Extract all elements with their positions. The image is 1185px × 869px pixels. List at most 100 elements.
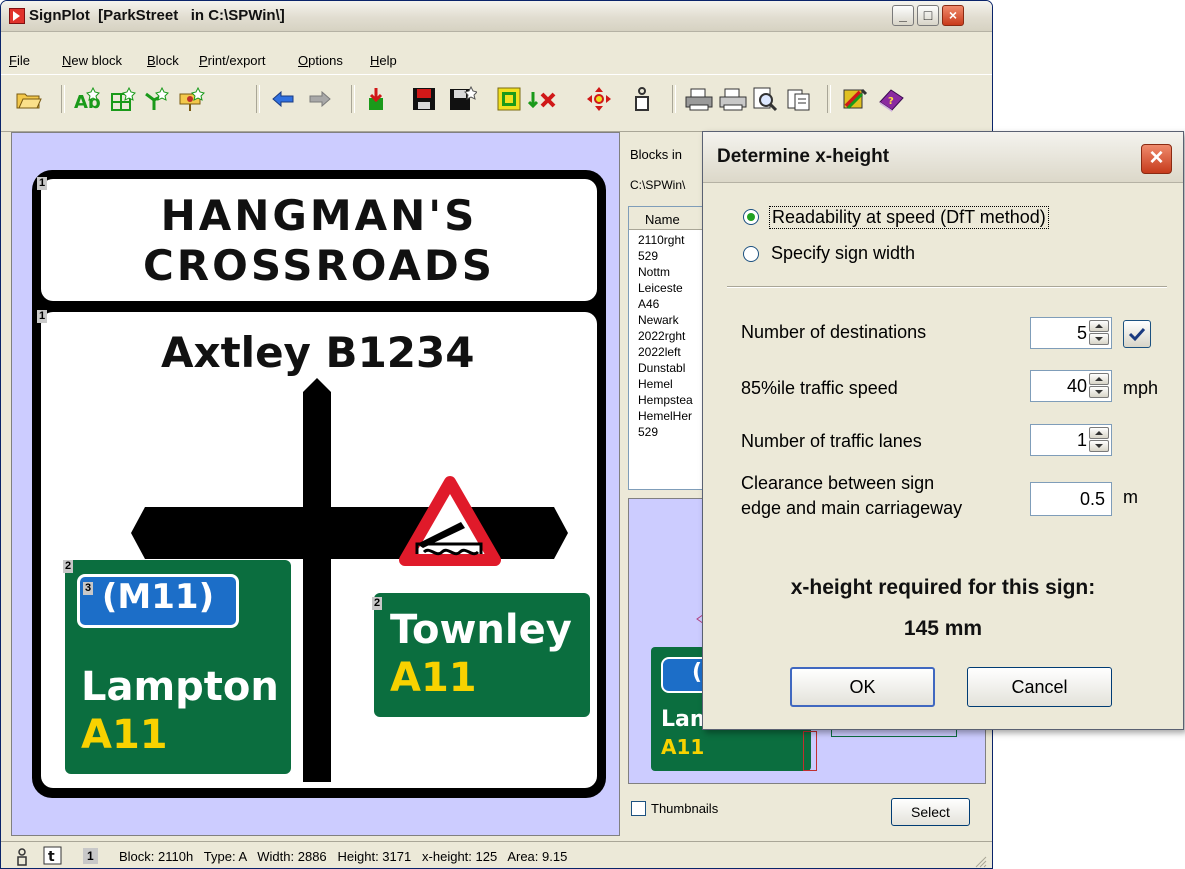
clearance-input[interactable]: 0.5 xyxy=(1030,482,1112,516)
sign-left-panel[interactable]: 2 (M11) 3 Lampton A11 xyxy=(63,560,291,774)
spin-arrows[interactable] xyxy=(1089,320,1109,346)
print-preview-icon[interactable] xyxy=(751,85,779,113)
speed-spinner[interactable]: 40 xyxy=(1030,370,1112,402)
name-column-header[interactable]: Name xyxy=(645,212,680,227)
menu-block[interactable]: Block xyxy=(147,53,179,68)
save-as-icon[interactable] xyxy=(449,85,477,113)
list-item[interactable]: Dunstabl xyxy=(638,361,685,375)
menu-new-block[interactable]: New block xyxy=(62,53,122,68)
sign-top-panel[interactable]: 1 HANGMAN'S CROSSROADS xyxy=(37,177,597,301)
palette-icon[interactable] xyxy=(841,85,869,113)
status-block-tag[interactable]: 1 xyxy=(83,848,98,864)
list-item[interactable]: Newark xyxy=(638,313,679,327)
open-folder-icon[interactable] xyxy=(15,85,43,113)
speed-value: 40 xyxy=(1066,376,1087,396)
sign-width-radio[interactable] xyxy=(743,246,759,262)
blocks-in-label: Blocks in xyxy=(630,147,683,162)
list-item[interactable]: Nottm xyxy=(638,265,670,279)
thumb-route: A11 xyxy=(661,735,705,759)
ok-button[interactable]: OK xyxy=(790,667,935,707)
sign-canvas[interactable]: 1 HANGMAN'S CROSSROADS 1 Axtley B1234 2 … xyxy=(11,132,620,836)
blocks-path-label: C:\SPWin\ xyxy=(630,178,686,192)
cancel-button[interactable]: Cancel xyxy=(967,667,1112,707)
destinations-check-button[interactable] xyxy=(1123,320,1151,348)
spin-down-icon[interactable] xyxy=(1089,333,1109,345)
dialog-title-bar[interactable]: Determine x-height × xyxy=(703,132,1183,183)
thumbnails-label: Thumbnails xyxy=(651,801,719,816)
text-block-icon[interactable]: t xyxy=(43,846,63,866)
new-arrow-block-icon[interactable] xyxy=(142,85,170,113)
list-item[interactable]: A46 xyxy=(638,297,659,311)
menu-print-export[interactable]: Print/export xyxy=(199,53,265,68)
move-block-icon[interactable] xyxy=(585,85,613,113)
sign-drawing[interactable]: 1 HANGMAN'S CROSSROADS 1 Axtley B1234 2 … xyxy=(32,170,606,798)
thumbnails-checkbox[interactable] xyxy=(631,801,646,816)
import-block-icon[interactable] xyxy=(365,85,393,113)
result-value: 145 mm xyxy=(903,617,983,640)
select-button[interactable]: Select xyxy=(891,798,970,826)
status-text: Block: 2110h Type: A Width: 2886 Height:… xyxy=(119,849,568,864)
spin-up-icon[interactable] xyxy=(1089,427,1109,439)
print-icon[interactable] xyxy=(685,85,713,113)
block-tag: 3 xyxy=(83,582,94,595)
lanes-spinner[interactable]: 1 xyxy=(1030,424,1112,456)
list-item[interactable]: Hempstea xyxy=(638,393,693,407)
resize-grip-icon[interactable] xyxy=(973,854,987,868)
close-button[interactable]: × xyxy=(942,5,964,26)
spin-arrows[interactable] xyxy=(1089,373,1109,399)
maximize-button[interactable]: □ xyxy=(917,5,939,26)
destinations-spinner[interactable]: 5 xyxy=(1030,317,1112,349)
copy-block-icon[interactable] xyxy=(495,85,523,113)
thumb-post-outline xyxy=(803,731,817,771)
sign-main-panel[interactable]: 1 Axtley B1234 2 (M11) 3 Lampton A11 2 T… xyxy=(37,310,597,788)
spin-up-icon[interactable] xyxy=(1089,373,1109,385)
list-item[interactable]: 2110rght xyxy=(638,233,684,247)
list-item[interactable]: 2022left xyxy=(638,345,681,359)
list-item[interactable]: 529 xyxy=(638,249,658,263)
svg-text:?: ? xyxy=(888,96,894,107)
new-symbol-block-icon[interactable] xyxy=(178,85,206,113)
destinations-value: 5 xyxy=(1076,323,1087,343)
person-icon[interactable] xyxy=(15,848,29,866)
dialog-title: Determine x-height xyxy=(717,146,890,167)
menu-help[interactable]: Help xyxy=(370,53,397,68)
block-tag: 1 xyxy=(37,177,48,190)
readability-radio[interactable] xyxy=(743,209,759,225)
readability-label[interactable]: Readability at speed (DfT method) xyxy=(769,206,1049,229)
new-panel-block-icon[interactable] xyxy=(109,85,137,113)
determine-x-height-dialog: Determine x-height × Readability at spee… xyxy=(702,131,1184,730)
save-icon[interactable] xyxy=(410,85,438,113)
speed-label: 85%ile traffic speed xyxy=(741,378,898,398)
clearance-unit: m xyxy=(1123,487,1138,507)
menu-file[interactable]: File xyxy=(9,53,30,68)
person-block-icon[interactable] xyxy=(628,85,656,113)
spin-down-icon[interactable] xyxy=(1089,386,1109,398)
delete-block-icon[interactable] xyxy=(528,85,556,113)
sign-right-panel[interactable]: 2 Townley A11 xyxy=(372,593,590,717)
separator xyxy=(727,286,1167,288)
minimize-button[interactable]: _ xyxy=(892,5,914,26)
new-text-block-icon[interactable]: Ab xyxy=(73,85,101,113)
list-item[interactable]: HemelHer xyxy=(638,409,692,423)
arrow-left-icon[interactable] xyxy=(269,85,297,113)
list-item[interactable]: Hemel xyxy=(638,377,673,391)
list-item[interactable]: 529 xyxy=(638,425,658,439)
m11-patch[interactable]: (M11) xyxy=(77,574,239,628)
print-setup-icon[interactable] xyxy=(719,85,747,113)
lanes-value: 1 xyxy=(1076,430,1087,450)
spin-down-icon[interactable] xyxy=(1089,440,1109,452)
left-destination: Lampton xyxy=(81,664,279,710)
spin-arrows[interactable] xyxy=(1089,427,1109,453)
dialog-close-button[interactable]: × xyxy=(1141,144,1172,174)
clipboard-copy-icon[interactable] xyxy=(785,85,813,113)
menu-options[interactable]: Options xyxy=(298,53,343,68)
spin-up-icon[interactable] xyxy=(1089,320,1109,332)
arrow-right-icon[interactable] xyxy=(306,85,334,113)
list-item[interactable]: 2022rght xyxy=(638,329,685,343)
sign-width-label[interactable]: Specify sign width xyxy=(771,243,915,264)
status-bar: t 1 Block: 2110h Type: A Width: 2886 Hei… xyxy=(1,841,992,868)
help-book-icon[interactable]: ? xyxy=(877,85,905,113)
lanes-label: Number of traffic lanes xyxy=(741,431,922,451)
list-item[interactable]: Leiceste xyxy=(638,281,683,295)
title-bar[interactable]: SignPlot [ParkStreet in C:\SPWin\] _ □ × xyxy=(1,1,992,32)
